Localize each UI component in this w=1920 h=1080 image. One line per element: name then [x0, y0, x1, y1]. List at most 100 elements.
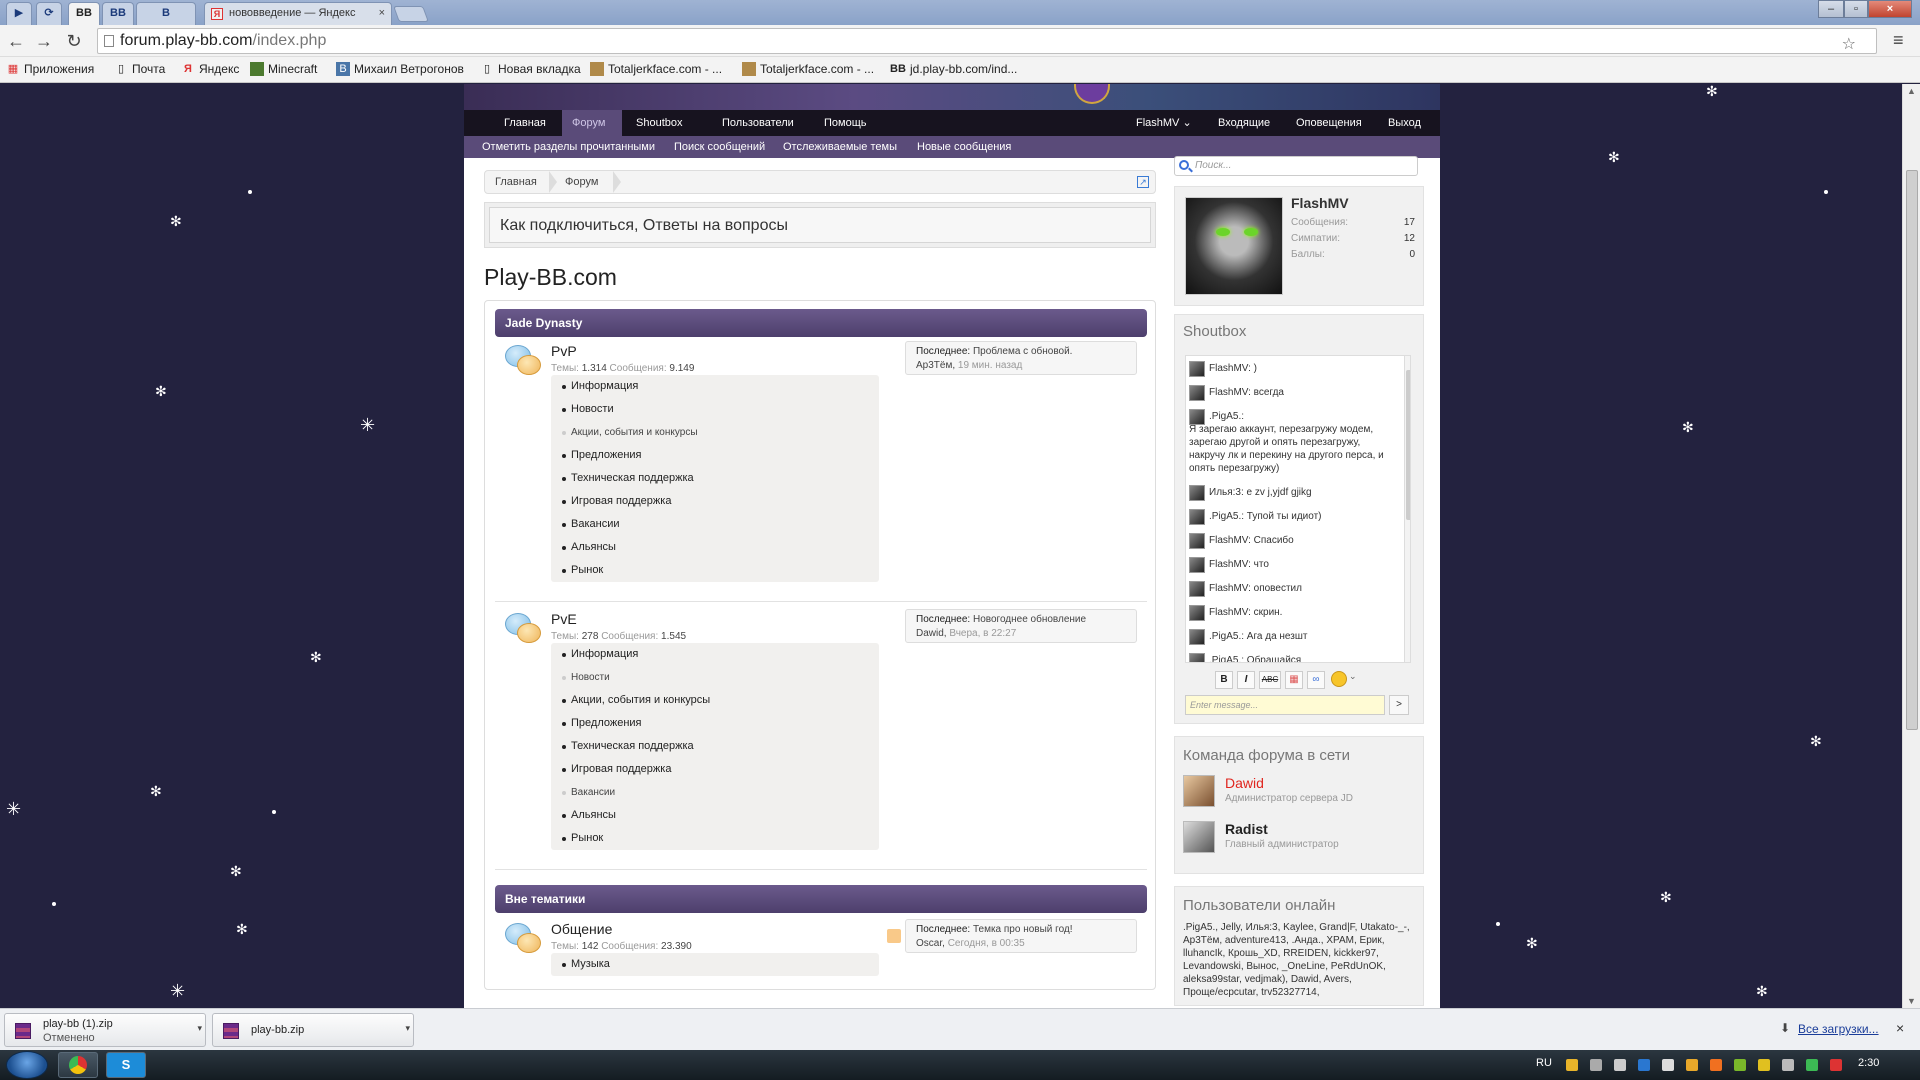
new-tab-button[interactable]: [393, 6, 429, 22]
tray-network-icon[interactable]: [1638, 1059, 1650, 1071]
subforum-link[interactable]: Игровая поддержка: [551, 758, 879, 781]
nav-users[interactable]: Пользователи: [712, 110, 804, 136]
tray-nvidia-icon[interactable]: [1734, 1059, 1746, 1071]
bookmark-minecraft[interactable]: Minecraft: [250, 62, 317, 76]
color-icon[interactable]: ▦: [1285, 671, 1303, 689]
node-title[interactable]: PvP: [551, 343, 577, 359]
new-posts-link[interactable]: Новые сообщения: [917, 136, 1011, 158]
bookmark-yandex[interactable]: Я Яндекс: [181, 62, 239, 76]
rss-icon[interactable]: [887, 929, 901, 943]
strikethrough-button[interactable]: ABC: [1259, 671, 1281, 689]
search-input[interactable]: Поиск...: [1174, 156, 1418, 176]
node-title[interactable]: Общение: [551, 921, 612, 937]
bookmark-mail[interactable]: ▯ Почта: [114, 62, 165, 76]
subforum-link[interactable]: Предложения: [551, 444, 879, 467]
last-post-user[interactable]: Oscar,: [916, 938, 945, 949]
bold-button[interactable]: B: [1215, 671, 1233, 689]
category-header-jade-dynasty[interactable]: Jade Dynasty: [495, 309, 1147, 337]
avatar[interactable]: [1189, 653, 1205, 662]
tray-app-icon[interactable]: [1830, 1059, 1842, 1071]
nav-help[interactable]: Помощь: [814, 110, 877, 136]
search-posts-link[interactable]: Поиск сообщений: [674, 136, 765, 158]
subforum-link[interactable]: Новости: [551, 666, 879, 689]
all-downloads-link[interactable]: Все загрузки...: [1798, 1022, 1879, 1036]
volume-icon[interactable]: [1614, 1059, 1626, 1071]
watched-threads-link[interactable]: Отслеживаемые темы: [783, 136, 897, 158]
subforum-link[interactable]: Альянсы: [551, 804, 879, 827]
tray-app-icon[interactable]: [1806, 1059, 1818, 1071]
nav-user-menu[interactable]: FlashMV ⌄: [1126, 110, 1202, 136]
jump-to-icon[interactable]: ↗: [1137, 176, 1149, 188]
staff-name-dawid[interactable]: Dawid: [1225, 775, 1264, 791]
taskbar-chrome[interactable]: [58, 1052, 98, 1078]
link-icon[interactable]: ∞: [1307, 671, 1325, 689]
online-users-list[interactable]: .PigA5., Jelly, Илья:3, Kaylee, Grand|F,…: [1183, 921, 1417, 999]
tab-vk[interactable]: В: [136, 2, 196, 25]
subforum-link[interactable]: Акции, события и конкурсы: [551, 689, 879, 712]
tray-app-icon[interactable]: [1758, 1059, 1770, 1071]
last-post-title[interactable]: Темка про новый год!: [973, 924, 1073, 935]
italic-button[interactable]: I: [1237, 671, 1255, 689]
tray-app-icon[interactable]: [1710, 1059, 1722, 1071]
bookmark-jd-play-bb[interactable]: BB jd.play-bb.com/ind...: [890, 62, 1017, 76]
chevron-down-icon[interactable]: ▾: [405, 1023, 410, 1034]
tray-app-icon[interactable]: [1662, 1059, 1674, 1071]
subforum-link[interactable]: Информация: [551, 375, 879, 398]
maximize-button[interactable]: ▫: [1844, 0, 1868, 18]
avatar[interactable]: [1189, 557, 1205, 573]
tab-yandex[interactable]: Я нововведение — Яндекс ×: [204, 2, 392, 25]
page-scrollbar[interactable]: ▲ ▼: [1902, 84, 1920, 1010]
minimize-button[interactable]: –: [1818, 0, 1844, 18]
tray-app-icon[interactable]: [1686, 1059, 1698, 1071]
subforum-link[interactable]: Вакансии: [551, 513, 879, 536]
shoutbox-scrollbar[interactable]: [1404, 356, 1410, 662]
subforum-link[interactable]: Вакансии: [551, 781, 879, 804]
subforum-link[interactable]: Рынок: [551, 559, 879, 582]
scrollbar-thumb[interactable]: [1906, 170, 1918, 730]
nav-home[interactable]: Главная: [494, 110, 556, 136]
tab-bb-active[interactable]: BB: [68, 2, 100, 25]
subforum-link[interactable]: Альянсы: [551, 536, 879, 559]
tray-app-icon[interactable]: [1782, 1059, 1794, 1071]
subforum-link[interactable]: Игровая поддержка: [551, 490, 879, 513]
nav-forum[interactable]: Форум: [562, 110, 622, 136]
chevron-down-icon[interactable]: ⌄: [1349, 671, 1357, 682]
tab-pinned-refresh[interactable]: ⟳: [36, 2, 62, 25]
clock[interactable]: 2:30: [1858, 1057, 1879, 1069]
subforum-link[interactable]: Новости: [551, 398, 879, 421]
node-title[interactable]: PvE: [551, 611, 577, 627]
avatar[interactable]: [1189, 409, 1205, 425]
bookmark-new-tab[interactable]: ▯ Новая вкладка: [480, 62, 581, 76]
tab-close-icon[interactable]: ×: [379, 3, 385, 24]
avatar[interactable]: [1189, 605, 1205, 621]
chevron-down-icon[interactable]: ▾: [197, 1023, 202, 1034]
subforum-link[interactable]: Акции, события и конкурсы: [551, 421, 879, 444]
address-bar[interactable]: forum.play-bb.com/index.php ☆: [97, 28, 1877, 54]
download-item[interactable]: play-bb.zip ▾: [212, 1013, 414, 1047]
subforum-link[interactable]: Техническая поддержка: [551, 467, 879, 490]
avatar[interactable]: [1189, 533, 1205, 549]
bookmark-totaljerkface-1[interactable]: Totaljerkface.com - ...: [590, 62, 722, 76]
subforum-link[interactable]: Рынок: [551, 827, 879, 850]
bookmark-vk-user[interactable]: В Михаил Ветрогонов: [336, 62, 464, 76]
breadcrumb-forum[interactable]: Форум: [565, 171, 598, 193]
shout-send-button[interactable]: >: [1389, 695, 1409, 715]
shout-message-input[interactable]: Enter message...: [1185, 695, 1385, 715]
notice-link[interactable]: Как подключиться, Ответы на вопросы: [489, 207, 1151, 243]
tab-bb[interactable]: BB: [102, 2, 134, 25]
tray-app-icon[interactable]: [1566, 1059, 1578, 1071]
reload-icon[interactable]: ↻: [64, 31, 84, 51]
last-post-title[interactable]: Новогоднее обновление: [973, 614, 1086, 625]
forward-icon[interactable]: →: [34, 31, 54, 51]
scroll-down-icon[interactable]: ▼: [1907, 996, 1916, 1006]
avatar[interactable]: [1189, 581, 1205, 597]
subforum-link[interactable]: Информация: [551, 643, 879, 666]
smiley-icon[interactable]: [1331, 671, 1347, 687]
avatar[interactable]: [1189, 485, 1205, 501]
subforum-link[interactable]: Предложения: [551, 712, 879, 735]
subforum-link[interactable]: Музыка: [551, 953, 879, 976]
breadcrumb-home[interactable]: Главная: [495, 171, 537, 193]
download-item[interactable]: play-bb (1).zip Отменено ▾: [4, 1013, 206, 1047]
avatar[interactable]: [1189, 361, 1205, 377]
mark-forums-read-link[interactable]: Отметить разделы прочитанными: [482, 136, 655, 158]
